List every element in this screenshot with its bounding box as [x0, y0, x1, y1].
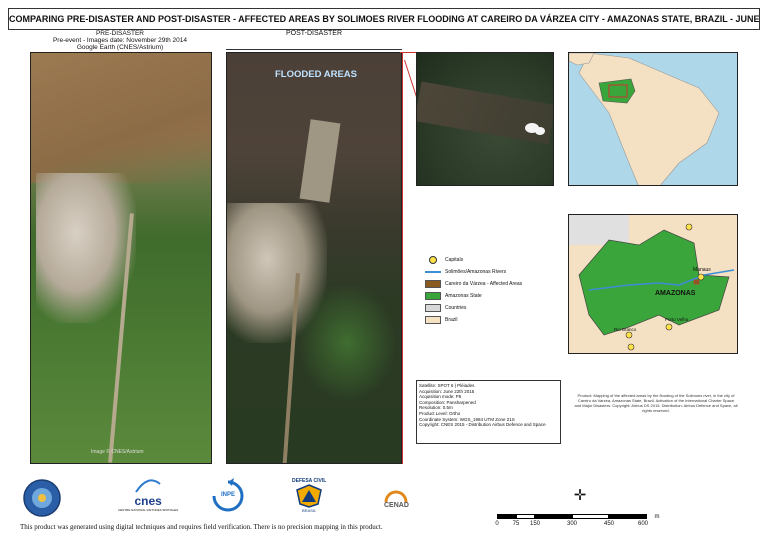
legend-label: Brazil [445, 317, 458, 323]
swoosh-icon [135, 479, 161, 493]
affected-area-marker [693, 279, 700, 285]
post-disaster-image: FLOODED AREAS [226, 52, 402, 464]
legend-item-capitals: Capitals [425, 255, 565, 265]
pre-disaster-image: Image © CNES/Astrium [30, 52, 212, 464]
affected-swatch [425, 280, 441, 288]
legend-item-amazonas-state: Amazonas State [425, 291, 565, 301]
scale-segment [497, 514, 516, 519]
rio-branco-label: Rio Branco [614, 327, 637, 332]
neighbor-countries [569, 215, 629, 245]
detail-svg: AMAZONAS Manaus Porto Velho Rio Branco [569, 215, 735, 351]
scale-segment [535, 514, 572, 519]
town-area [36, 173, 136, 323]
pier [299, 119, 341, 203]
map-title: COMPARING PRE-DISASTER AND POST-DISASTER… [8, 8, 760, 30]
south-america-landmass [578, 53, 720, 185]
floodwater [417, 81, 553, 145]
legend-item-brazil: Brazil [425, 315, 565, 325]
porto-velho-label: Porto Velho [665, 317, 689, 322]
legend-item-affected-areas: Careiro da Várzea - Affected Areas [425, 279, 565, 289]
defesa-civil-logo: DEFESA CIVIL BRASIL [292, 478, 326, 513]
image-metadata-box: Satellite: SPOT 6 | Pléiades Acquisition… [416, 380, 561, 444]
scale-tick-label: 150 [529, 521, 541, 527]
legend: Capitals Solimões/Amazonas Rivers Careir… [425, 255, 565, 327]
amazonas-state-shape [578, 229, 730, 336]
scale-tick-label: 450 [603, 521, 615, 527]
legend-item-rivers: Solimões/Amazonas Rivers [425, 267, 565, 277]
disclaimer-footer: This product was generated using digital… [20, 523, 383, 531]
capital-star-icon [429, 256, 437, 264]
pre-disaster-header: PRE-DISASTER Pre-event - Images date: No… [40, 30, 200, 51]
cenad-logo: CENAD [384, 490, 409, 509]
pre-disaster-date: Pre-event - Images date: November 29th 2… [52, 37, 188, 44]
legend-label: Capitals [445, 257, 464, 263]
river-area [31, 53, 211, 183]
defesa-civil-sub-label: BRASIL [302, 508, 317, 513]
shield-icon [296, 484, 322, 508]
cloud [535, 127, 545, 135]
south-america-locator-map [568, 52, 738, 186]
capital-marker [685, 223, 693, 231]
amazonas-detail-map: AMAZONAS Manaus Porto Velho Rio Branco [568, 214, 738, 354]
cenad-label: CENAD [384, 502, 409, 509]
legend-label: Amazonas State [445, 293, 482, 299]
metadata-line: Copyright: CNES 2015 - Distribution Airb… [419, 422, 546, 428]
cnes-logo: cnes CENTRE NATIONAL D'ETUDES SPATIALES [118, 478, 178, 512]
legend-label: Careiro da Várzea - Affected Areas [445, 281, 523, 287]
scale-tick-label: 600 [637, 521, 649, 527]
rivers-swatch [425, 271, 441, 273]
product-note: Product: Mapping of the affected areas b… [574, 393, 738, 413]
image-credit: Image © CNES/Astrium [91, 449, 144, 455]
manaus-label: Manaus [693, 267, 711, 273]
cnes-sub-label: CENTRE NATIONAL D'ETUDES SPATIALES [118, 508, 179, 512]
capital-manaus-marker [697, 273, 705, 281]
amazonas-state-locator [598, 78, 636, 104]
arc-icon [384, 490, 408, 502]
scale-tick-label: 0 [495, 521, 499, 527]
capital-porto-velho-marker [665, 323, 673, 331]
flooded-areas-label: FLOODED AREAS [275, 69, 357, 80]
legend-label: Countries [445, 305, 467, 311]
countries-swatch [425, 304, 441, 312]
legend-label: Solimões/Amazonas Rivers [445, 269, 507, 275]
amazonas-swatch [425, 292, 441, 300]
capital-rio-branco-marker [625, 331, 633, 339]
charter-logo [22, 478, 62, 518]
inpe-label: INPE [220, 492, 235, 498]
scale-tick-label: 300 [566, 521, 578, 527]
scale-segment [609, 514, 647, 519]
scale-unit: m [654, 514, 660, 520]
north-arrow-icon: ✛ [573, 487, 587, 504]
coordinate-axis [226, 42, 402, 50]
brazil-swatch [425, 316, 441, 324]
post-disaster-heading: POST-DISASTER [285, 30, 342, 37]
inpe-logo: INPE [210, 478, 246, 514]
capitals-swatch [425, 256, 441, 264]
scale-tick-label: 75 [512, 521, 520, 527]
cnes-label: cnes [134, 494, 162, 508]
capital-marker [627, 343, 635, 351]
partner-logos: cnes CENTRE NATIONAL D'ETUDES SPATIALES … [22, 478, 442, 518]
pre-disaster-heading: PRE-DISASTER [95, 30, 145, 37]
scale-segment [572, 514, 609, 519]
locator-svg [569, 53, 720, 185]
globe-icon [23, 479, 61, 517]
zoom-connector-line [402, 52, 403, 464]
zoom-inset [416, 52, 554, 186]
scale-segment [516, 514, 535, 519]
legend-item-countries: Countries [425, 303, 565, 313]
vegetation-area [297, 283, 397, 403]
amazonas-state-label: AMAZONAS [655, 290, 696, 297]
pre-disaster-source: Google Earth (CNES/Astrium) [76, 44, 164, 51]
